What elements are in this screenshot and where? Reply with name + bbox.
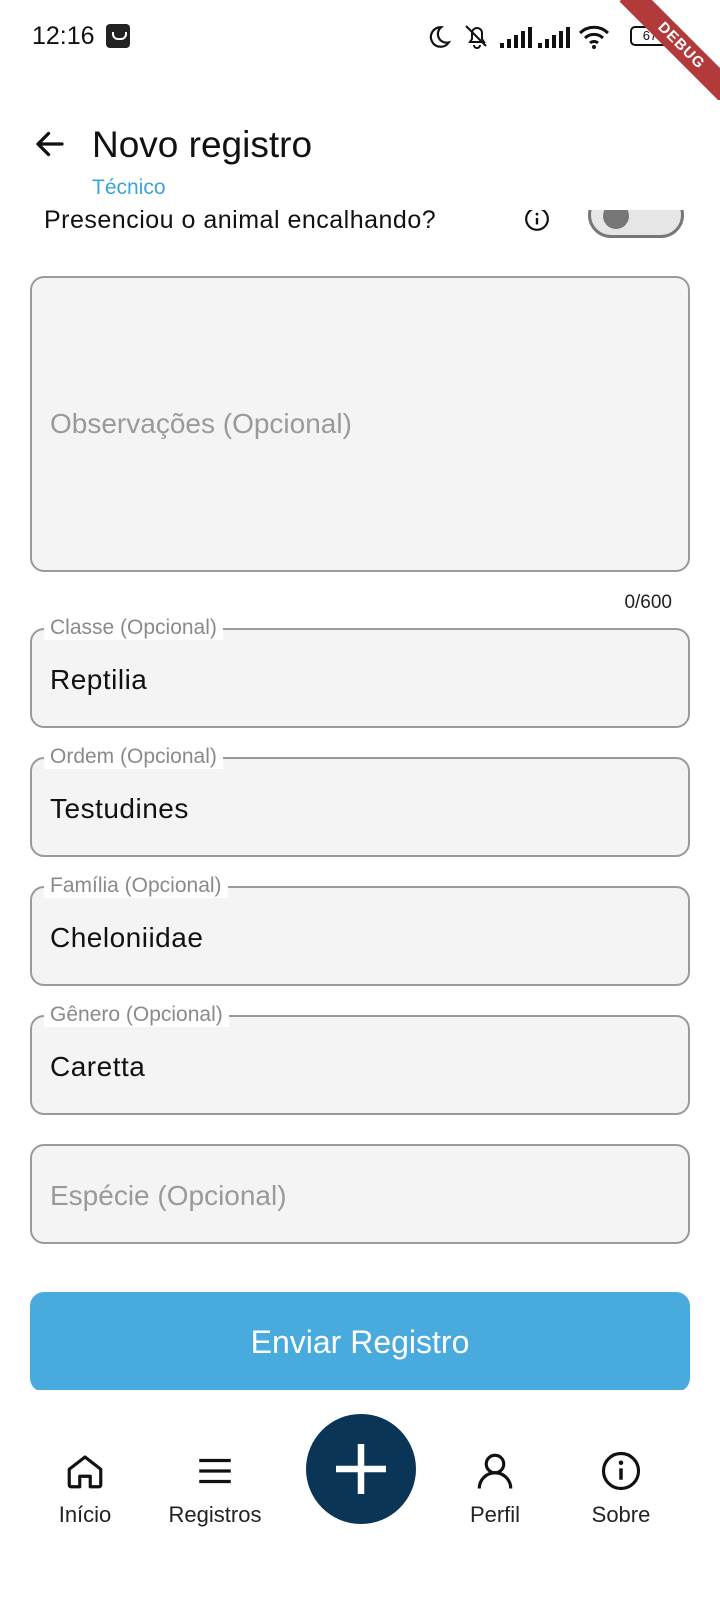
observations-char-counter: 0/600: [624, 592, 672, 613]
nav-item-about[interactable]: Sobre: [556, 1450, 686, 1560]
signal-icon: [500, 27, 532, 48]
species-placeholder: Espécie (Opcional): [50, 1180, 287, 1211]
observations-textarea[interactable]: Observações (Opcional): [30, 276, 690, 572]
home-icon: [67, 1455, 103, 1489]
observations-placeholder: Observações (Opcional): [50, 408, 352, 439]
signal-icon-2: [538, 27, 570, 48]
class-field[interactable]: Classe (Opcional) Reptilia: [30, 616, 690, 728]
witnessed-stranding-row: Presenciou o animal encalhando?: [0, 210, 720, 250]
notification-bag-icon: [106, 24, 130, 48]
person-icon: [477, 1453, 513, 1489]
order-field[interactable]: Ordem (Opcional) Testudines: [30, 745, 690, 857]
class-field-value: Reptilia: [50, 664, 148, 695]
order-field-label: Ordem (Opcional): [44, 745, 223, 769]
app-bar: Novo registro Técnico: [0, 100, 720, 210]
class-field-label: Classe (Opcional): [44, 616, 223, 640]
genus-field-label: Gênero (Opcional): [44, 1003, 229, 1027]
family-field-value: Cheloniidae: [50, 922, 204, 953]
nav-label-profile: Perfil: [469, 1502, 521, 1527]
family-field[interactable]: Família (Opcional) Cheloniidae: [30, 874, 690, 986]
bell-muted-icon: [465, 25, 487, 49]
nav-label-home: Início: [58, 1502, 112, 1527]
genus-field-value: Caretta: [50, 1051, 146, 1082]
page-subtitle: Técnico: [92, 176, 166, 199]
add-record-fab[interactable]: [306, 1414, 416, 1524]
witnessed-stranding-toggle[interactable]: [588, 210, 684, 238]
back-button[interactable]: [28, 122, 72, 166]
arrow-back-icon: [36, 131, 64, 157]
page-title: Novo registro: [92, 124, 313, 165]
status-bar: 12:16 67 DEBUG: [0, 0, 720, 108]
nav-item-home[interactable]: Início: [20, 1450, 150, 1560]
toggle-knob: [603, 210, 629, 229]
info-icon[interactable]: [524, 210, 550, 232]
nav-label-records: Registros: [168, 1502, 262, 1527]
info-icon: [601, 1451, 641, 1491]
bottom-navigation: Início Registros Perfil Sobre: [0, 1400, 720, 1600]
debug-label: DEBUG: [619, 0, 720, 108]
genus-field[interactable]: Gênero (Opcional) Caretta: [30, 1003, 690, 1115]
family-field-label: Família (Opcional): [44, 874, 228, 898]
menu-icon: [199, 1458, 231, 1484]
order-field-value: Testudines: [50, 793, 189, 824]
form-content[interactable]: Presenciou o animal encalhando? Observaç…: [0, 210, 720, 1390]
status-time: 12:16: [32, 22, 95, 50]
submit-record-button[interactable]: Enviar Registro: [30, 1292, 690, 1390]
nav-item-records[interactable]: Registros: [150, 1450, 280, 1560]
witnessed-stranding-label: Presenciou o animal encalhando?: [44, 210, 437, 234]
moon-icon: [429, 26, 452, 48]
species-field[interactable]: Espécie (Opcional): [30, 1144, 690, 1244]
nav-item-profile[interactable]: Perfil: [430, 1450, 560, 1560]
nav-label-about: Sobre: [591, 1502, 651, 1527]
plus-icon: [336, 1444, 386, 1494]
